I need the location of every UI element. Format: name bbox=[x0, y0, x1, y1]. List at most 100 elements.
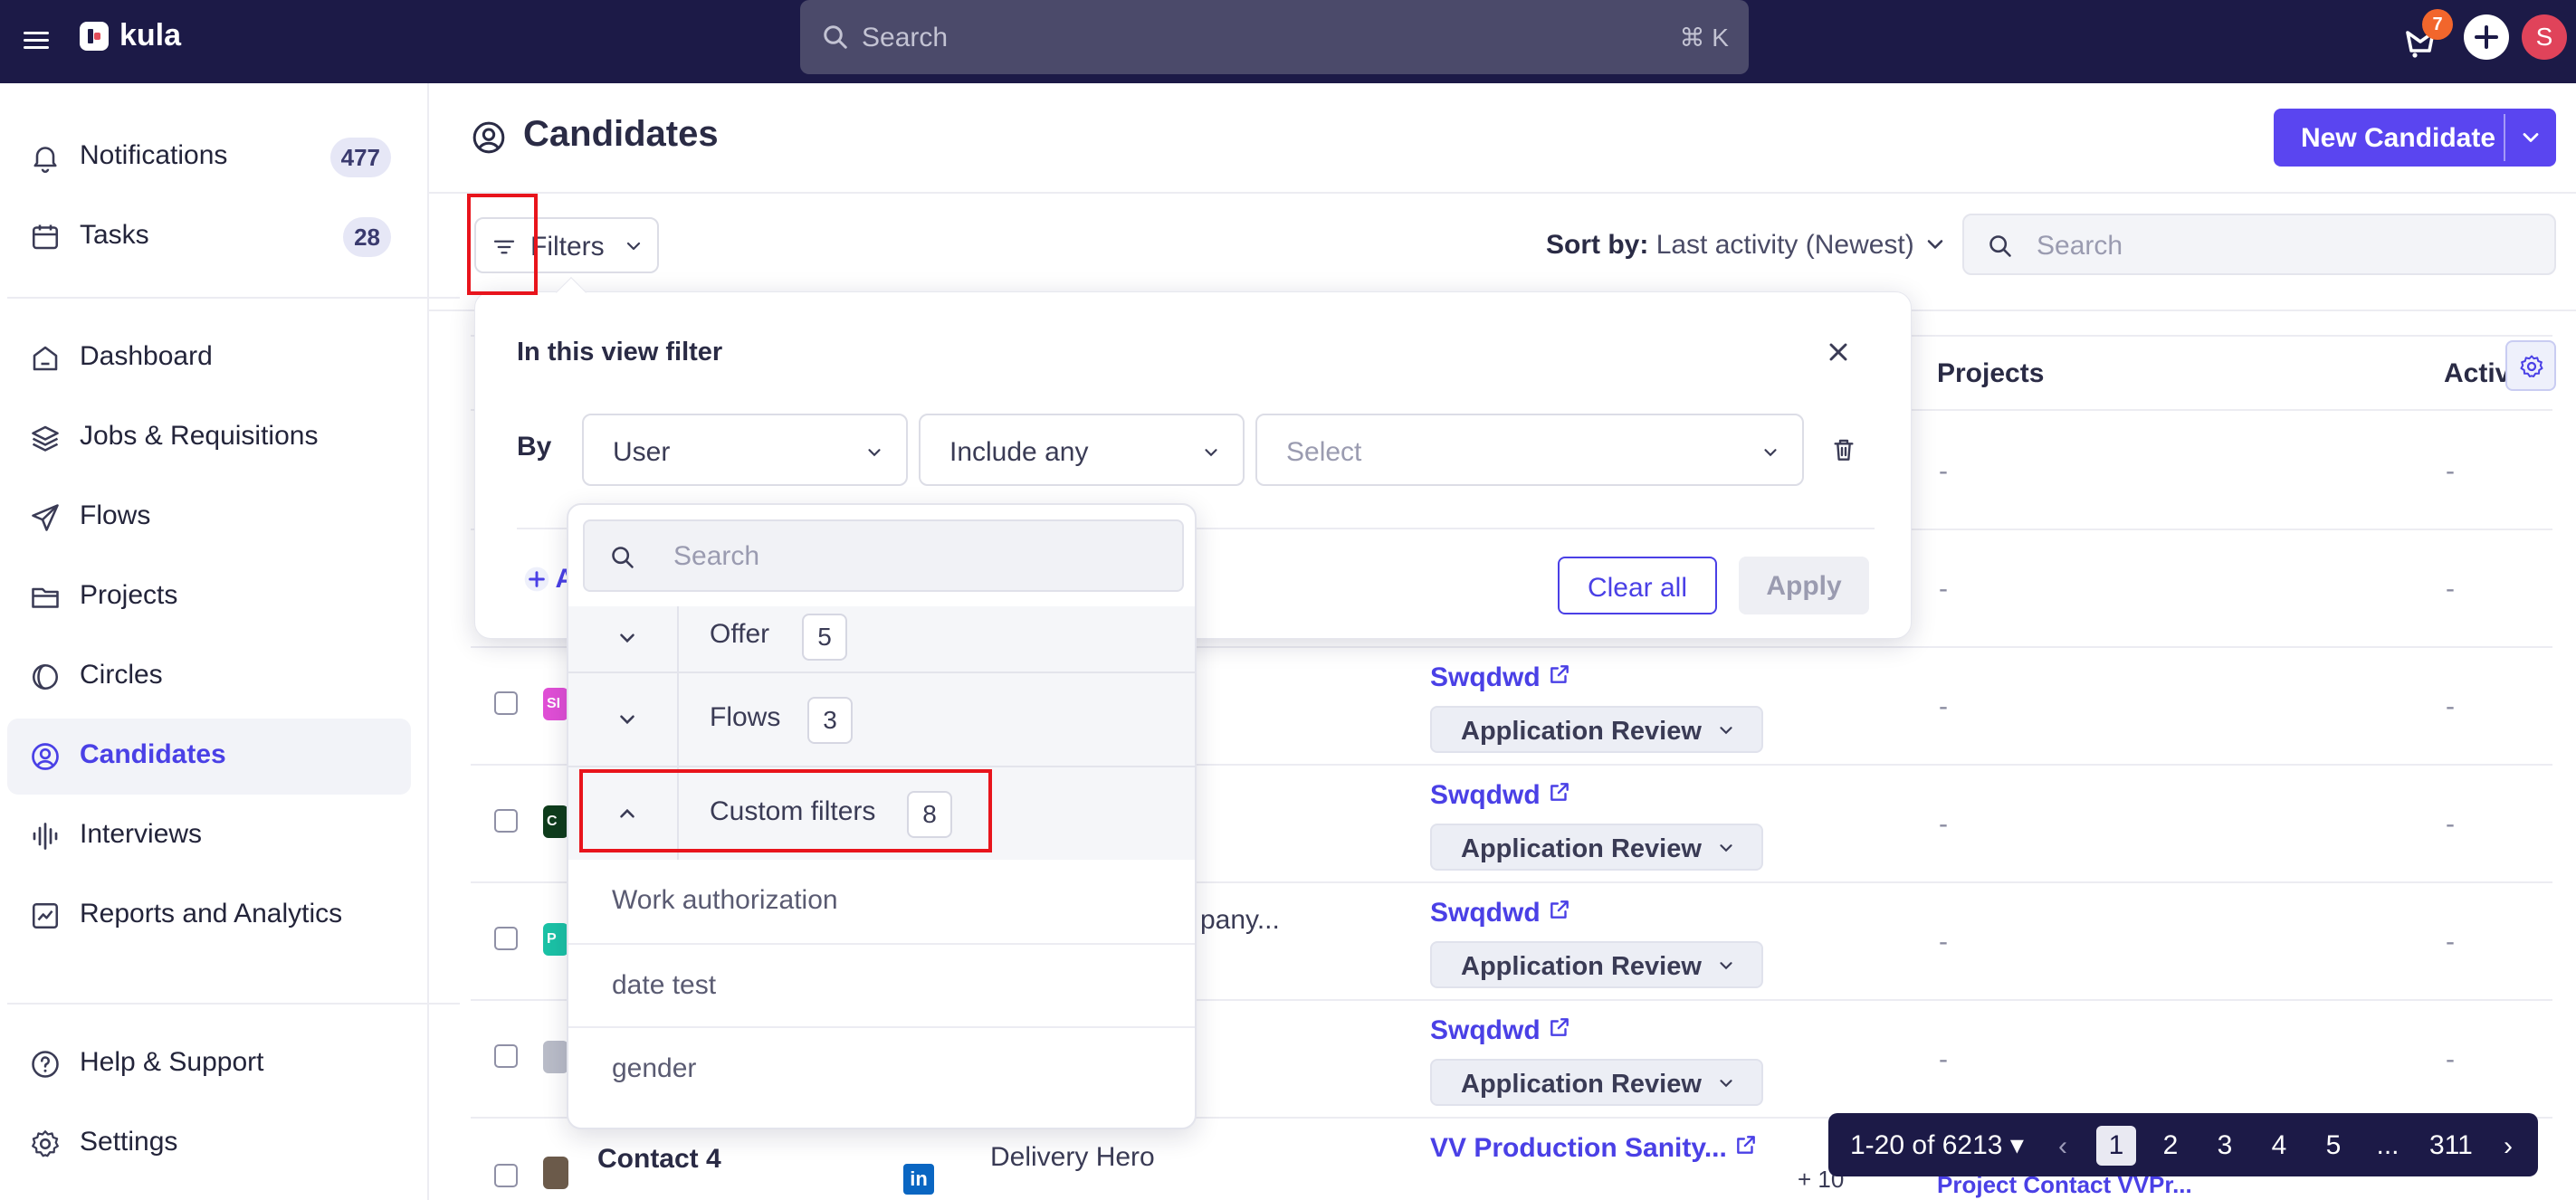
filter-field-select[interactable]: User bbox=[582, 414, 908, 486]
filter-field-value: User bbox=[613, 437, 671, 467]
kula-logo-icon bbox=[80, 22, 109, 51]
sort-by-label: Sort by: bbox=[1546, 230, 1649, 260]
projects-cell: - bbox=[1939, 1044, 1948, 1074]
clear-all-button[interactable]: Clear all bbox=[1558, 557, 1717, 614]
candidate-avatar: C bbox=[543, 805, 568, 838]
global-search[interactable]: Search ⌘ K bbox=[800, 0, 1749, 74]
activity-cell: - bbox=[2446, 809, 2455, 839]
trash-icon[interactable] bbox=[1829, 435, 1858, 464]
sidebar-item-label: Candidates bbox=[80, 739, 226, 769]
sidebar-item-flows[interactable]: Flows bbox=[7, 480, 411, 556]
new-candidate-button[interactable]: New Candidate bbox=[2274, 109, 2556, 167]
activity-cell: - bbox=[2446, 927, 2455, 957]
sidebar-item-notifications[interactable]: Notifications 477 bbox=[7, 119, 411, 195]
page-1[interactable]: 1 bbox=[2096, 1126, 2136, 1166]
company-cell: pany... bbox=[1200, 905, 1280, 935]
activity-cell: - bbox=[2446, 1044, 2455, 1074]
sidebar: Notifications 477 Tasks 28 Dashboard Job… bbox=[0, 83, 460, 1200]
sidebar-item-label: Flows bbox=[80, 500, 151, 530]
chevron-down-icon bbox=[1205, 449, 1217, 457]
prev-page-icon[interactable]: ‹ bbox=[2058, 1131, 2067, 1162]
page-3[interactable]: 3 bbox=[2205, 1126, 2245, 1166]
row-checkbox[interactable] bbox=[494, 1164, 518, 1187]
row-checkbox[interactable] bbox=[494, 691, 518, 715]
highlight-box-custom-filters bbox=[579, 769, 992, 852]
sidebar-item-interviews[interactable]: Interviews bbox=[7, 798, 411, 874]
filter-operator-select[interactable]: Include any bbox=[919, 414, 1245, 486]
menu-icon[interactable] bbox=[24, 27, 52, 56]
table-settings-button[interactable] bbox=[2505, 340, 2556, 391]
group-count: 3 bbox=[807, 697, 853, 744]
page-title: Candidates bbox=[523, 114, 719, 154]
option-gender[interactable]: gender bbox=[568, 1026, 1195, 1110]
panel-pointer bbox=[556, 277, 587, 308]
sidebar-item-candidates[interactable]: Candidates bbox=[7, 719, 411, 795]
search-icon bbox=[612, 547, 634, 568]
chevron-down-icon bbox=[1720, 962, 1732, 970]
job-link[interactable]: VV Production Sanity... bbox=[1430, 1133, 1758, 1164]
job-link[interactable]: Swqdwd bbox=[1430, 780, 1571, 811]
sidebar-item-jobs[interactable]: Jobs & Requisitions bbox=[7, 400, 411, 476]
linkedin-icon[interactable]: in bbox=[903, 1164, 934, 1195]
sidebar-item-help[interactable]: Help & Support bbox=[7, 1026, 411, 1102]
option-work-authorization[interactable]: Work authorization bbox=[568, 860, 1195, 943]
activity-cell: - bbox=[2446, 574, 2455, 604]
stage-dropdown[interactable]: Application Review bbox=[1430, 824, 1763, 871]
group-count: 5 bbox=[802, 614, 847, 661]
chevron-down-icon[interactable] bbox=[2518, 125, 2543, 150]
sidebar-item-label: Notifications bbox=[80, 140, 228, 170]
page-311[interactable]: 311 bbox=[2429, 1126, 2473, 1166]
projects-cell: - bbox=[1939, 809, 1948, 839]
app-name: kula bbox=[119, 18, 182, 52]
page-5[interactable]: 5 bbox=[2314, 1126, 2353, 1166]
option-label: Work authorization bbox=[612, 885, 838, 915]
dropdown-search-input[interactable]: Search bbox=[583, 519, 1184, 592]
close-icon[interactable] bbox=[1824, 338, 1853, 367]
search-icon bbox=[824, 25, 847, 49]
column-header-projects[interactable]: Projects bbox=[1937, 358, 2044, 389]
sidebar-item-settings[interactable]: Settings bbox=[7, 1106, 411, 1182]
sidebar-item-projects[interactable]: Projects bbox=[7, 559, 411, 635]
company-cell: Delivery Hero bbox=[990, 1142, 1155, 1172]
candidate-name[interactable]: Contact 4 bbox=[597, 1144, 721, 1175]
sidebar-item-label: Settings bbox=[80, 1127, 178, 1157]
row-checkbox[interactable] bbox=[494, 809, 518, 833]
stage-dropdown[interactable]: Application Review bbox=[1430, 941, 1763, 988]
user-avatar[interactable]: S bbox=[2522, 14, 2567, 60]
filter-operator-value: Include any bbox=[949, 437, 1089, 467]
apply-button[interactable]: Apply bbox=[1739, 557, 1869, 614]
candidate-search-input[interactable]: Search bbox=[1962, 214, 2556, 275]
page-2[interactable]: 2 bbox=[2151, 1126, 2190, 1166]
sidebar-item-label: Dashboard bbox=[80, 341, 213, 371]
search-icon bbox=[1989, 235, 2011, 257]
row-checkbox[interactable] bbox=[494, 1044, 518, 1068]
sidebar-item-circles[interactable]: Circles bbox=[7, 639, 411, 715]
stage-dropdown[interactable]: Application Review bbox=[1430, 1059, 1763, 1106]
sidebar-item-label: Reports and Analytics bbox=[80, 899, 343, 929]
sort-by-control[interactable]: Sort by: Last activity (Newest) bbox=[1546, 230, 1914, 261]
job-link[interactable]: Swqdwd bbox=[1430, 1015, 1571, 1046]
quick-add-button[interactable] bbox=[2464, 14, 2509, 60]
sidebar-item-tasks[interactable]: Tasks 28 bbox=[7, 199, 411, 275]
job-link-text: VV Production Sanity... bbox=[1430, 1133, 1727, 1163]
chevron-down-icon[interactable] bbox=[1922, 232, 1948, 257]
row-checkbox[interactable] bbox=[494, 927, 518, 950]
job-link[interactable]: Swqdwd bbox=[1430, 662, 1571, 693]
sidebar-item-reports[interactable]: Reports and Analytics bbox=[7, 878, 411, 954]
filter-value-select[interactable]: Select bbox=[1255, 414, 1804, 486]
circles-icon bbox=[32, 663, 59, 690]
sidebar-item-dashboard[interactable]: Dashboard bbox=[7, 320, 411, 396]
stage-label: Application Review bbox=[1461, 717, 1702, 746]
stage-dropdown[interactable]: Application Review bbox=[1430, 706, 1763, 753]
pagination-range[interactable]: 1-20 of 6213 ▾ bbox=[1850, 1129, 2024, 1161]
page-4[interactable]: 4 bbox=[2259, 1126, 2299, 1166]
option-date-test[interactable]: date test bbox=[568, 943, 1195, 1026]
sidebar-item-label: Projects bbox=[80, 580, 178, 610]
candidate-avatar bbox=[543, 1041, 568, 1073]
home-icon bbox=[33, 346, 58, 371]
highlight-box-filter-icon bbox=[467, 194, 538, 295]
job-link[interactable]: Swqdwd bbox=[1430, 898, 1571, 929]
group-flows[interactable]: Flows 3 bbox=[568, 671, 1195, 767]
filter-value-placeholder: Select bbox=[1286, 437, 1362, 467]
next-page-icon[interactable]: › bbox=[2504, 1131, 2513, 1162]
